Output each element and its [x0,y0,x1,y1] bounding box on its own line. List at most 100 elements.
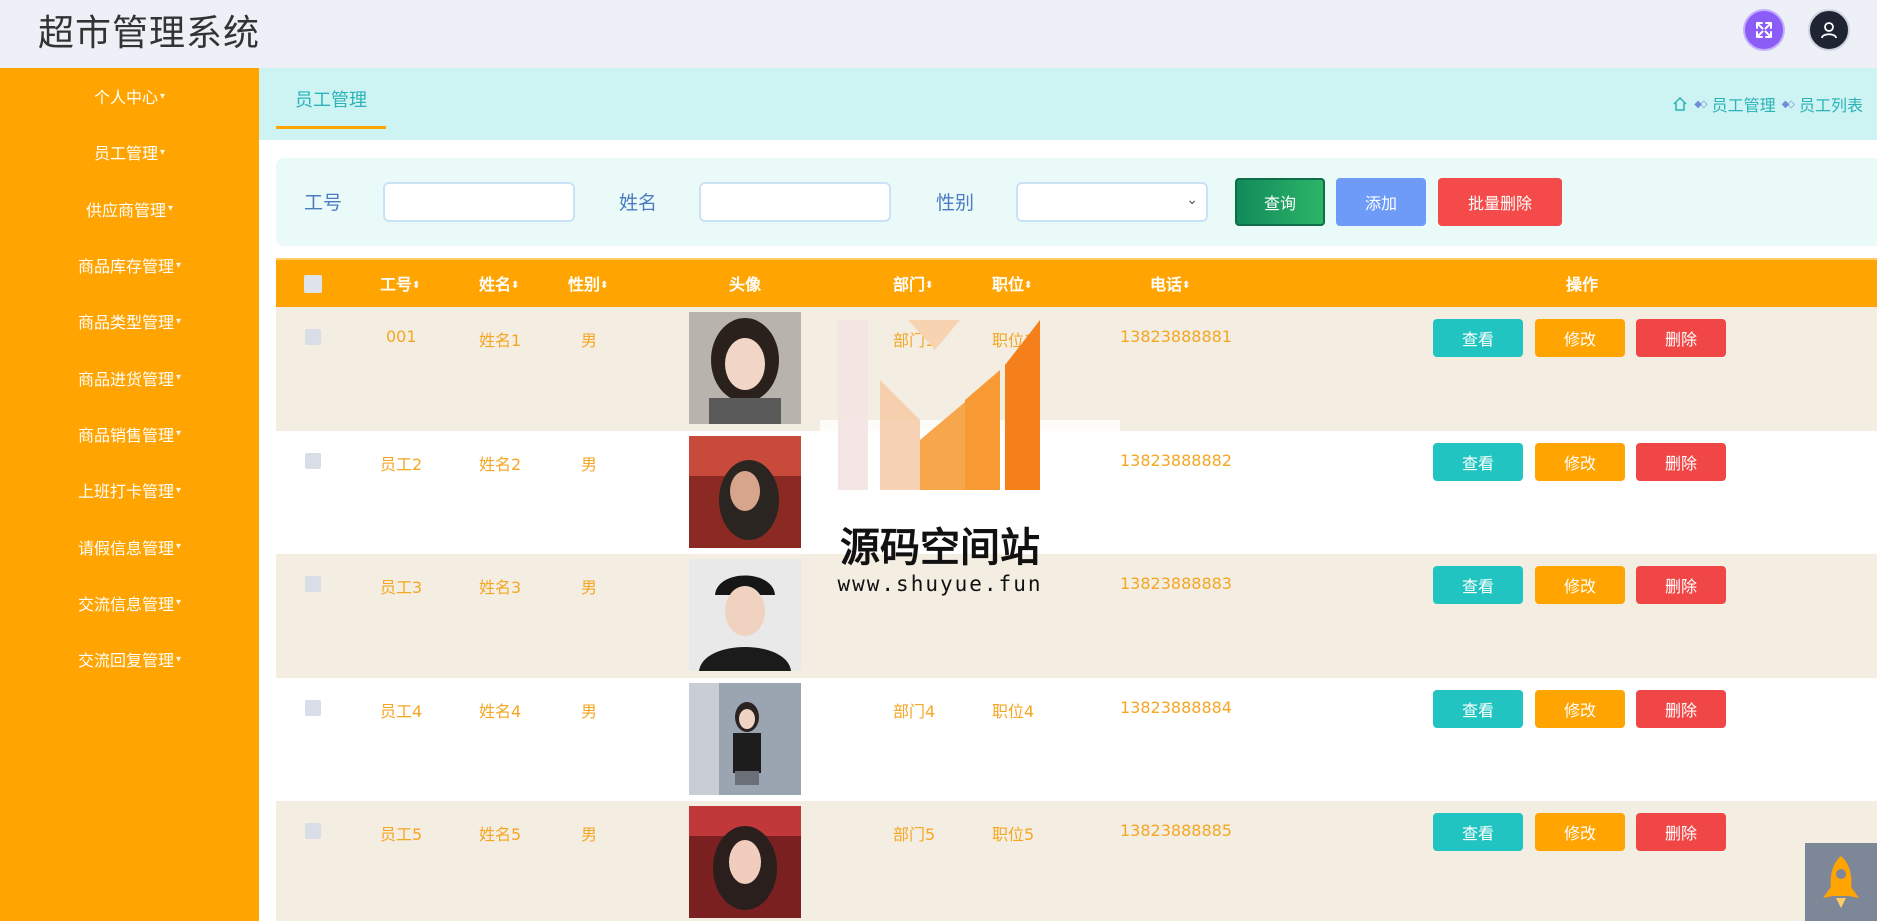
cell-id: 员工3 [380,578,423,598]
cell-phone: 13823888883 [1120,574,1232,594]
employee-id-input[interactable] [383,182,575,222]
caret-down-icon: ▾ [175,372,182,384]
delete-button[interactable]: 删除 [1636,689,1726,728]
cell-name: 姓名2 [479,454,522,474]
cell-phone: 13823888885 [1120,821,1232,841]
caret-down-icon: ▾ [175,541,182,553]
breadcrumb-item: 员工列表 [1798,96,1863,115]
gender-select[interactable]: ⌄ [1016,182,1208,222]
edit-button[interactable]: 修改 [1535,566,1625,605]
sidebar-item-messages[interactable]: 交流信息管理 ▾ [0,575,259,631]
cell-gender: 男 [581,701,598,721]
edit-button[interactable]: 修改 [1535,442,1625,481]
cell-gender: 男 [581,331,598,350]
column-header-department[interactable]: 部门⬍ [893,260,933,309]
row-checkbox[interactable] [305,823,321,840]
delete-button[interactable]: 删除 [1636,566,1726,605]
delete-button[interactable]: 删除 [1636,813,1726,852]
row-checkbox[interactable] [305,329,321,345]
cell-id: 001 [386,327,417,346]
chevron-down-icon: ⌄ [1186,192,1198,208]
column-header-name[interactable]: 姓名⬍ [479,260,519,309]
column-header-phone[interactable]: 电话⬍ [1150,260,1190,309]
row-checkbox[interactable] [305,452,321,469]
sort-icon: ⬍ [1182,280,1191,291]
cell-department: 部门1 [893,331,936,350]
sidebar-item-inventory[interactable]: 商品库存管理 ▾ [0,237,259,293]
delete-button[interactable]: 删除 [1636,319,1726,357]
cell-gender: 男 [581,825,598,845]
name-input[interactable] [699,182,891,222]
sidebar-item-product-type[interactable]: 商品类型管理 ▾ [0,293,259,349]
cell-name: 姓名3 [479,578,522,598]
home-icon[interactable] [1672,96,1688,112]
app-title: 超市管理系统 [38,13,261,54]
avatar [689,806,801,919]
view-button[interactable]: 查看 [1433,566,1523,605]
sort-icon: ⬍ [1024,280,1033,291]
delete-button[interactable]: 删除 [1636,442,1726,481]
caret-down-icon: ▾ [159,146,166,158]
sidebar-item-personal-center[interactable]: 个人中心 ▾ [0,68,259,124]
sidebar-item-replies[interactable]: 交流回复管理 ▾ [0,631,259,687]
table-row: 员工3 姓名3 男 13823888883 查看 修改 删除 [276,554,1877,678]
edit-button[interactable]: 修改 [1535,813,1625,852]
cell-name: 姓名4 [479,701,522,721]
caret-down-icon: ▾ [175,653,182,665]
sidebar-item-label: 供应商管理 [85,200,166,220]
query-button[interactable]: 查询 [1235,178,1325,226]
add-button[interactable]: 添加 [1336,178,1426,226]
cell-department: 部门4 [893,701,936,721]
batch-delete-button[interactable]: 批量删除 [1438,178,1562,226]
breadcrumb: ◆◇ 员工管理 ◆◇ 员工列表 [1672,92,1863,116]
caret-down-icon: ▾ [175,315,182,327]
back-to-top-button[interactable] [1805,843,1877,921]
user-menu-button[interactable] [1808,9,1850,51]
edit-button[interactable]: 修改 [1535,319,1625,357]
gender-label: 性别 [936,192,975,214]
view-button[interactable]: 查看 [1433,319,1523,357]
caret-down-icon: ▾ [175,428,182,440]
cell-name: 姓名5 [479,825,522,845]
edit-button[interactable]: 修改 [1535,689,1625,728]
sidebar-item-purchase[interactable]: 商品进货管理 ▾ [0,349,259,405]
avatar [689,435,801,548]
caret-down-icon: ▾ [167,203,174,215]
caret-down-icon: ▾ [159,90,166,102]
view-button[interactable]: 查看 [1433,813,1523,852]
sidebar-item-label: 员工管理 [93,144,158,164]
cell-name: 姓名1 [479,331,522,350]
cell-id: 员工2 [380,454,423,474]
column-header-position[interactable]: 职位⬍ [992,260,1032,309]
breadcrumb-item[interactable]: 员工管理 [1712,92,1776,116]
column-header-gender[interactable]: 性别⬍ [568,260,608,309]
table-row: 员工4 姓名4 男 部门4 职位4 13823888884 查看 修改 删除 [276,677,1877,802]
sort-icon: ⬍ [412,280,421,291]
table-header: 工号⬍ 姓名⬍ 性别⬍ 头像 部门⬍ 职位⬍ 电话⬍ 操作 [276,258,1877,309]
table-row: 员工2 姓名2 男 13823888882 查看 修改 删除 [276,430,1877,555]
sidebar-item-supplier[interactable]: 供应商管理 ▾ [0,181,259,237]
fullscreen-button[interactable] [1743,9,1785,51]
row-checkbox[interactable] [305,699,321,716]
sidebar-item-label: 个人中心 [93,88,158,108]
cell-position: 职位1 [992,331,1035,350]
select-all-checkbox[interactable] [304,275,322,293]
avatar [689,312,801,424]
cell-phone: 13823888881 [1120,327,1232,346]
tab-employee-management[interactable]: 员工管理 [276,86,386,129]
employee-table: 工号⬍ 姓名⬍ 性别⬍ 头像 部门⬍ 职位⬍ 电话⬍ 操作 001 姓名1 男 [276,258,1877,921]
sort-icon: ⬍ [600,280,609,291]
name-label: 姓名 [619,192,658,214]
view-button[interactable]: 查看 [1433,442,1523,481]
sort-icon: ⬍ [511,280,520,291]
sidebar-item-leave[interactable]: 请假信息管理 ▾ [0,518,259,574]
sidebar-item-employee[interactable]: 员工管理 ▾ [0,124,259,180]
sort-icon: ⬍ [925,280,934,291]
row-checkbox[interactable] [305,576,321,593]
column-header-id[interactable]: 工号⬍ [380,260,420,309]
sidebar-item-label: 交流回复管理 [77,651,174,671]
sidebar-item-sales[interactable]: 商品销售管理 ▾ [0,406,259,462]
sidebar-item-clock-in[interactable]: 上班打卡管理 ▾ [0,462,259,518]
cell-department: 部门5 [893,825,936,845]
view-button[interactable]: 查看 [1433,689,1523,728]
